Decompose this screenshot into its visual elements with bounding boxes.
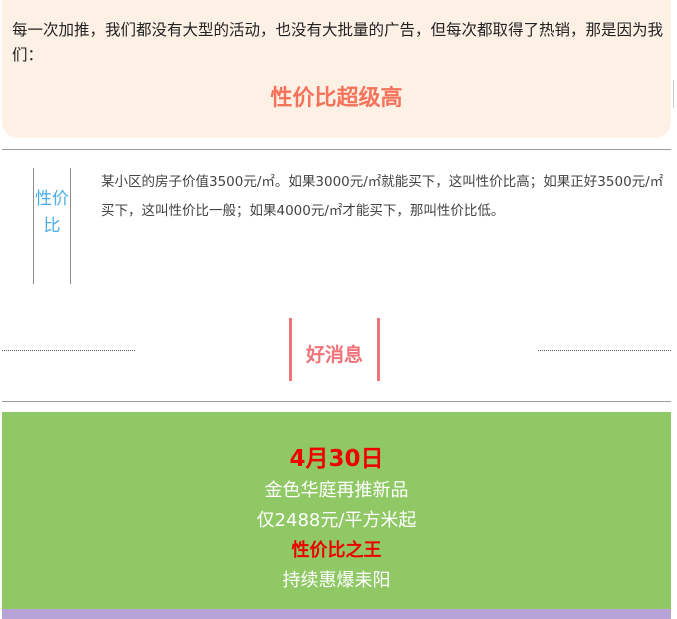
right-edge-rule — [673, 80, 674, 108]
definition-body: 某小区的房子价值3500元/㎡。如果3000元/㎡就能买下，这叫性价比高；如果正… — [101, 174, 664, 219]
divider-bottom — [2, 401, 671, 402]
promo-line-3: 性价比之王 — [291, 540, 382, 561]
dotted-rule-left — [2, 350, 135, 351]
promo-date: 4月30日 — [289, 446, 384, 472]
promo-line-1: 金色华庭再推新品 — [264, 480, 409, 501]
divider-top — [2, 149, 671, 150]
good-news-title: 好消息 — [305, 344, 363, 366]
promo-panel: 4月30日 金色华庭再推新品 仅2488元/平方米起 性价比之王 持续惠爆耒阳 — [2, 412, 671, 613]
intro-panel: 每一次加推，我们都没有大型的活动，也没有大批量的广告，但每次都取得了热销，那是因… — [2, 0, 671, 138]
definition-term-box: 性价比 — [33, 168, 71, 284]
promo-line-2: 仅2488元/平方米起 — [256, 510, 417, 531]
good-news-box: 好消息 — [289, 313, 380, 386]
promo-bottom-band — [2, 609, 671, 619]
promo-line-4: 持续惠爆耒阳 — [282, 570, 391, 591]
definition-term: 性价比 — [35, 189, 69, 236]
intro-highlight: 性价比超级高 — [270, 86, 403, 111]
dotted-rule-right — [538, 350, 671, 351]
intro-text: 每一次加推，我们都没有大型的活动，也没有大批量的广告，但每次都取得了热销，那是因… — [12, 21, 664, 64]
